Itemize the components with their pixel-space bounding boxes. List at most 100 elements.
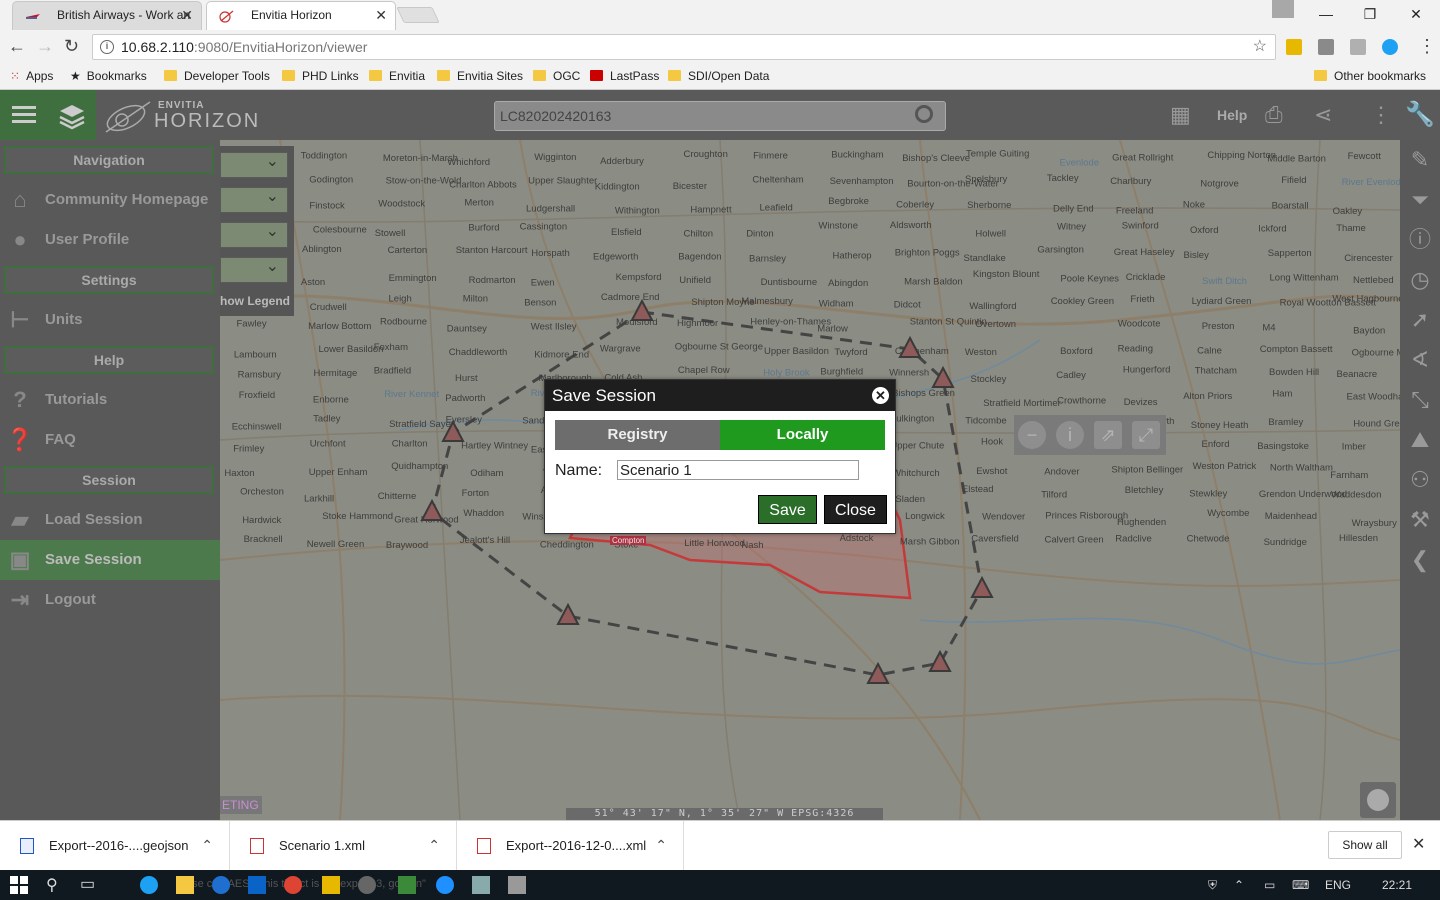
- url-input[interactable]: i 10.68.2.110:9080/EnvitiaHorizon/viewer…: [92, 34, 1276, 60]
- polygon-vertex-marker[interactable]: [556, 602, 580, 625]
- chevron-up-icon[interactable]: ⌃: [655, 820, 667, 870]
- pointer-icon[interactable]: ➚: [1400, 300, 1440, 340]
- info-icon[interactable]: i: [1056, 421, 1084, 449]
- route-icon[interactable]: ⚒: [1400, 500, 1440, 540]
- bookmark-developer-tools[interactable]: Developer Tools: [164, 68, 270, 84]
- angle-measure-icon[interactable]: ∢: [1400, 340, 1440, 380]
- info-icon[interactable]: ⓘ: [1400, 220, 1440, 260]
- show-legend-link[interactable]: how Legend: [220, 294, 290, 308]
- share-icon[interactable]: ⋖: [1314, 103, 1332, 127]
- forward-icon[interactable]: →: [36, 36, 54, 57]
- menu-dots-icon[interactable]: ⋮: [1418, 36, 1436, 57]
- bookmark-sdi-open-data[interactable]: SDI/Open Data: [668, 68, 769, 84]
- info-icon[interactable]: i: [100, 40, 114, 54]
- grid-table-icon[interactable]: ▦: [1170, 103, 1191, 127]
- reload-icon[interactable]: ↻: [64, 36, 79, 57]
- print-icon[interactable]: ⎙: [1265, 103, 1283, 127]
- chevron-up-icon[interactable]: ⌃: [201, 820, 213, 870]
- windows-start-icon[interactable]: [10, 876, 28, 894]
- download-item[interactable]: Scenario 1.xml ⌃: [230, 821, 457, 871]
- layers-button[interactable]: [48, 90, 96, 140]
- download-item[interactable]: Export--2016-12-0....xml ⌃: [457, 821, 684, 871]
- session-name-input[interactable]: [617, 460, 859, 480]
- show-all-downloads-button[interactable]: Show all: [1328, 831, 1402, 859]
- sidebar-item-tutorials[interactable]: ? Tutorials: [0, 380, 220, 420]
- layer-dropdown[interactable]: [220, 221, 288, 248]
- search-icon[interactable]: [915, 105, 933, 123]
- clock-time[interactable]: 22:21: [1382, 878, 1412, 892]
- bookmark-other[interactable]: Other bookmarks: [1314, 68, 1426, 84]
- clock-icon[interactable]: ◷: [1400, 260, 1440, 300]
- bookmark-envitia-sites[interactable]: Envitia Sites: [437, 68, 523, 84]
- app-icon[interactable]: [358, 876, 376, 894]
- skype-icon[interactable]: [140, 876, 158, 894]
- browser-tab-british-airways[interactable]: British Airways - Work an ✕: [12, 1, 202, 30]
- close-tab-icon[interactable]: ✕: [375, 2, 387, 29]
- tools-wrench-icon[interactable]: 🔧: [1400, 90, 1440, 140]
- sidebar-item-faq[interactable]: ❓ FAQ: [0, 420, 220, 460]
- sidebar-item-logout[interactable]: ⇥ Logout: [0, 580, 220, 620]
- extension-icon[interactable]: [1350, 39, 1366, 55]
- help-link[interactable]: Help: [1217, 107, 1247, 123]
- map-search-input[interactable]: LC820202420163: [494, 101, 946, 131]
- sidebar-item-user-profile[interactable]: ● User Profile: [0, 220, 220, 260]
- restore-icon[interactable]: ❐: [1350, 0, 1390, 30]
- extension-icon[interactable]: [1286, 39, 1302, 55]
- bookmark-envitia[interactable]: Envitia: [369, 68, 425, 84]
- window-close-icon[interactable]: ✕: [1396, 0, 1436, 30]
- keyboard-icon[interactable]: ⌨: [1292, 878, 1309, 892]
- internet-explorer-icon[interactable]: [436, 876, 454, 894]
- dialog-close-icon[interactable]: ✕: [872, 387, 889, 404]
- skype-extension-icon[interactable]: [1382, 39, 1398, 55]
- sidebar-item-community-homepage[interactable]: ⌂ Community Homepage: [0, 180, 220, 220]
- polygon-vertex-marker[interactable]: [970, 575, 994, 598]
- bookmark-apps[interactable]: ⁙ Apps: [10, 68, 53, 84]
- bookmark-lastpass[interactable]: LastPass: [590, 68, 659, 84]
- menu-toggle-button[interactable]: [0, 90, 48, 140]
- browser-tab-envitia-horizon[interactable]: Envitia Horizon ✕: [206, 1, 396, 31]
- network-icon[interactable]: ⛨: [1208, 878, 1217, 893]
- back-icon[interactable]: ←: [8, 36, 26, 57]
- more-options-icon[interactable]: ⋮: [1370, 103, 1392, 127]
- layer-dropdown[interactable]: [220, 186, 288, 213]
- download-item[interactable]: Export--2016-....geojson ⌃: [0, 821, 230, 871]
- bookmark-phd-links[interactable]: PHD Links: [282, 68, 359, 84]
- outlook-icon[interactable]: [248, 876, 266, 894]
- app-icon[interactable]: [398, 876, 416, 894]
- binoculars-icon[interactable]: ⚇: [1400, 460, 1440, 500]
- chevron-up-icon[interactable]: ⌃: [428, 820, 440, 870]
- polygon-vertex-marker[interactable]: [420, 498, 444, 521]
- filter-icon[interactable]: ⏷: [1400, 180, 1440, 220]
- chrome-icon[interactable]: [284, 876, 302, 894]
- chevron-up-icon[interactable]: ⌃: [1234, 878, 1244, 892]
- app-icon[interactable]: [508, 876, 526, 894]
- share-feature-icon[interactable]: ⇗: [1094, 421, 1122, 449]
- save-button[interactable]: Save: [758, 495, 817, 524]
- minimize-icon[interactable]: —: [1306, 0, 1346, 30]
- zoom-out-icon[interactable]: −: [1018, 421, 1046, 449]
- user-profile-icon[interactable]: [1272, 0, 1294, 18]
- polygon-vertex-marker[interactable]: [928, 649, 952, 672]
- extension-icon[interactable]: [1318, 39, 1334, 55]
- app-icon[interactable]: [472, 876, 490, 894]
- layer-dropdown[interactable]: [220, 256, 288, 283]
- task-view-icon[interactable]: ▭: [80, 874, 95, 894]
- globe-icon[interactable]: [1360, 782, 1396, 818]
- collapse-panel-icon[interactable]: ❮: [1400, 540, 1440, 580]
- language-indicator[interactable]: ENG: [1325, 878, 1351, 892]
- drive-icon[interactable]: [322, 876, 340, 894]
- search-icon[interactable]: ⚲: [46, 875, 58, 895]
- layer-dropdown[interactable]: [220, 151, 288, 178]
- distance-measure-icon[interactable]: ⤡: [1400, 380, 1440, 420]
- battery-icon[interactable]: ▭: [1264, 878, 1275, 892]
- edge-icon[interactable]: [212, 876, 230, 894]
- tab-locally[interactable]: Locally: [720, 420, 885, 450]
- bookmark-ogc[interactable]: OGC: [533, 68, 580, 84]
- sidebar-item-units[interactable]: ⊢ Units: [0, 300, 220, 340]
- edit-icon[interactable]: ✎: [1400, 140, 1440, 180]
- close-download-bar-icon[interactable]: ✕: [1412, 834, 1425, 854]
- close-button[interactable]: Close: [824, 495, 887, 524]
- sidebar-item-load-session[interactable]: ▰ Load Session: [0, 500, 220, 540]
- fullscreen-icon[interactable]: ⤢: [1132, 421, 1160, 449]
- close-tab-icon[interactable]: ✕: [181, 2, 193, 29]
